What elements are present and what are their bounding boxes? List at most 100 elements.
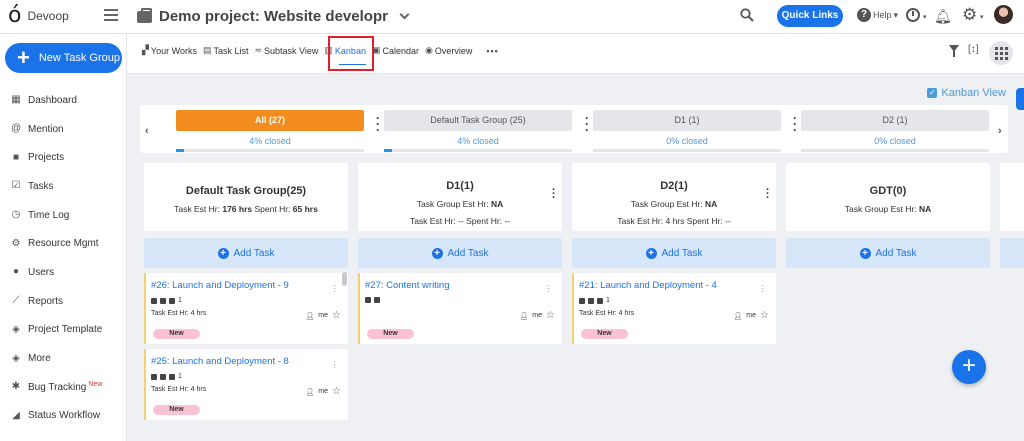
column-task-estimate: Task Est Hr: -- Spent Hr: -- bbox=[409, 216, 511, 226]
sidebar-item-bug-tracking[interactable]: ✱ Bug Tracking New bbox=[0, 373, 127, 402]
assignee[interactable]: 👤︎ me ☆ bbox=[305, 310, 341, 321]
plus-circle-icon: + bbox=[859, 247, 871, 259]
task-card[interactable]: #27: Content writing 👤︎ me ☆ New... bbox=[358, 273, 562, 344]
calendar-icon bbox=[160, 297, 166, 304]
add-fab-button[interactable]: + bbox=[952, 350, 986, 384]
sidebar-item-projects[interactable]: ■ Projects bbox=[0, 143, 127, 172]
sidebar-item-dashboard[interactable]: ▦ Dashboard bbox=[0, 86, 127, 115]
card-menu-icon[interactable]: ... bbox=[547, 279, 550, 294]
layers-icon: ◈ bbox=[12, 352, 20, 364]
tab-overview[interactable]: ◉ Overview bbox=[425, 45, 472, 56]
logo-icon: ó bbox=[8, 3, 22, 28]
column-header: D1(1) Task Group Est Hr: NA Task Est Hr: -… bbox=[358, 163, 562, 231]
estimate-label: Task Est Hr: bbox=[174, 204, 223, 214]
quick-links-button[interactable]: Quick Links bbox=[777, 5, 843, 27]
kanban-view-toggle[interactable]: ✓ Kanban View bbox=[927, 87, 1006, 99]
project-selector[interactable]: Demo project: Website developr bbox=[137, 7, 410, 25]
tab-calendar[interactable]: ▣ Calendar bbox=[372, 45, 419, 56]
group-tab-3[interactable]: D2 (1) 0% closed bbox=[801, 110, 989, 152]
star-icon[interactable]: ☆ bbox=[760, 310, 769, 321]
sidebar-item-label: Status Workflow bbox=[28, 410, 101, 422]
assignee-name: me bbox=[746, 312, 757, 319]
estimate-value: NA bbox=[704, 199, 718, 209]
sidebar-item-users[interactable]: ● Users bbox=[0, 258, 127, 287]
group-tab-progress-text: 0% closed bbox=[666, 136, 708, 146]
tag-icon bbox=[151, 297, 157, 304]
group-tab-menu-icon[interactable]: ... bbox=[376, 109, 379, 133]
sidebar-item-mention[interactable]: @ Mention bbox=[0, 115, 127, 144]
task-title[interactable]: #26: Launch and Deployment - 9 bbox=[151, 280, 342, 291]
task-title[interactable]: #27: Content writing bbox=[365, 280, 556, 291]
sidebar-item-status-workflow[interactable]: ◢ Status Workflow bbox=[0, 402, 127, 431]
add-task-button[interactable]: + Add Task bbox=[786, 238, 990, 268]
sidebar-item-resource-mgmt[interactable]: ⚙ Resource Mgmt bbox=[0, 229, 127, 258]
column-menu-icon[interactable]: ... bbox=[552, 182, 555, 201]
gear-icon[interactable]: ⚙ bbox=[962, 5, 977, 25]
sidebar-item-more[interactable]: ◈ More bbox=[0, 344, 127, 373]
filter-icon[interactable] bbox=[949, 45, 959, 57]
more-icon[interactable]: ••• bbox=[486, 46, 498, 56]
tab-your-works[interactable]: ▞ Your Works bbox=[142, 45, 197, 56]
tab-task-list[interactable]: ▤ Task List bbox=[203, 45, 249, 56]
task-title[interactable]: #25: Launch and Deployment - 8 bbox=[151, 356, 342, 367]
scrollbar[interactable] bbox=[342, 272, 347, 286]
group-tab-menu-icon[interactable]: ... bbox=[585, 109, 588, 133]
group-tab-0[interactable]: All (27) 4% closed bbox=[176, 110, 364, 152]
assignee[interactable]: 👤︎ me ☆ bbox=[519, 310, 555, 321]
add-task-button[interactable]: + Add Task bbox=[144, 238, 348, 268]
assignee[interactable]: 👤︎ me ☆ bbox=[733, 310, 769, 321]
app-logo[interactable]: ó Devoop bbox=[8, 3, 69, 28]
chevron-right-icon[interactable]: › bbox=[998, 125, 1002, 137]
group-tab-label: D1 bbox=[674, 115, 686, 125]
progress-bar bbox=[593, 149, 781, 152]
plus-icon: + bbox=[17, 45, 30, 70]
sidebar-item-label: Resource Mgmt bbox=[28, 238, 99, 250]
card-menu-icon[interactable]: ... bbox=[333, 355, 336, 370]
column-estimate: Task Group Est Hr: NA bbox=[572, 199, 776, 209]
column-estimate: Task Group Est Hr: NA bbox=[786, 204, 990, 214]
column-menu-icon[interactable]: ... bbox=[766, 182, 769, 201]
avatar[interactable] bbox=[994, 5, 1013, 24]
add-task-label: Add Task bbox=[661, 247, 703, 259]
group-tab-1[interactable]: Default Task Group (25) 4% closed bbox=[384, 110, 572, 152]
new-task-group-button[interactable]: + New Task Group bbox=[5, 43, 122, 73]
bell-icon[interactable]: 🔔︎ bbox=[934, 8, 952, 25]
help-menu[interactable]: ? Help ▾ bbox=[857, 8, 898, 22]
tab-label: Task List bbox=[213, 45, 249, 56]
group-tab-menu-icon[interactable]: ... bbox=[793, 109, 796, 133]
sidebar-item-time-log[interactable]: ◷ Time Log bbox=[0, 201, 127, 230]
add-task-button[interactable]: + Add Task bbox=[358, 238, 562, 268]
search-icon[interactable] bbox=[740, 8, 754, 22]
assignee[interactable]: 👤︎ me ☆ bbox=[305, 386, 341, 397]
clock-icon[interactable] bbox=[906, 8, 920, 22]
top-bar: ó Devoop Demo project: Website developr … bbox=[0, 0, 1024, 34]
task-title[interactable]: #21: Launch and Deployment - 4 bbox=[579, 280, 770, 291]
task-card[interactable]: #26: Launch and Deployment - 9 1 Task Est … bbox=[144, 273, 348, 344]
sidebar-item-tasks[interactable]: ☑ Tasks bbox=[0, 172, 127, 201]
star-icon[interactable]: ☆ bbox=[332, 310, 341, 321]
group-tab-2[interactable]: D1 (1) 0% closed bbox=[593, 110, 781, 152]
star-icon[interactable]: ☆ bbox=[332, 386, 341, 397]
layers-icon: ◈ bbox=[12, 323, 20, 335]
task-card[interactable]: #21: Launch and Deployment - 4 1 Task Est … bbox=[572, 273, 776, 344]
menu-icon[interactable] bbox=[104, 9, 118, 24]
expand-icon[interactable]: [↕] bbox=[968, 44, 979, 55]
comment-count: 1 bbox=[178, 373, 182, 380]
card-menu-icon[interactable]: ... bbox=[761, 279, 764, 294]
chevron-left-icon[interactable]: ‹ bbox=[145, 125, 149, 137]
grid-menu-icon[interactable] bbox=[989, 41, 1013, 65]
sidebar-item-label: Reports bbox=[28, 295, 64, 307]
tag-icon bbox=[579, 297, 585, 304]
tab-subtask-view[interactable]: ≂ Subtask View bbox=[254, 45, 318, 56]
plus-circle-icon: + bbox=[217, 247, 229, 259]
star-icon[interactable]: ☆ bbox=[546, 310, 555, 321]
add-task-button[interactable]: + Add Task bbox=[572, 238, 776, 268]
sidebar-item-reports[interactable]: ⟋ Reports bbox=[0, 287, 127, 316]
side-panel-toggle[interactable] bbox=[1016, 88, 1024, 110]
kanban-column: GDT(0) Task Group Est Hr: NA + Add Task bbox=[786, 163, 990, 268]
card-menu-icon[interactable]: ... bbox=[333, 279, 336, 294]
kanban-highlight-box bbox=[328, 36, 374, 71]
task-card[interactable]: #25: Launch and Deployment - 8 1 Task Est … bbox=[144, 349, 348, 420]
sidebar-item-project-template[interactable]: ◈ Project Template bbox=[0, 316, 127, 345]
sidebar-item-label: Time Log bbox=[28, 209, 70, 221]
